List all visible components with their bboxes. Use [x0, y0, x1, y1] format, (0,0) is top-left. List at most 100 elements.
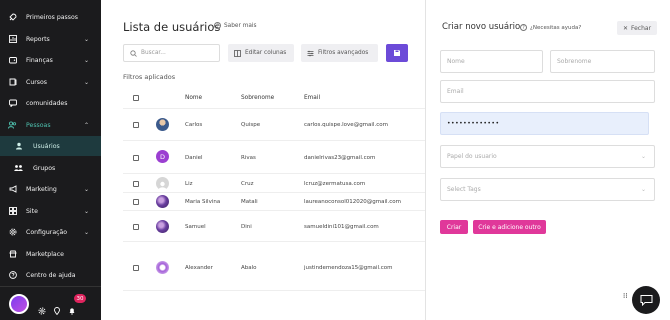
sidebar-item-label: Centro de ajuda — [26, 271, 76, 279]
filters-applied-label: Filtros aplicados — [123, 73, 176, 81]
table-row[interactable]: D Daniel Rivas danielrivas23@gmail.com — [123, 140, 425, 173]
edit-columns-label: Editar colunas — [245, 50, 287, 56]
avatar[interactable] — [9, 294, 29, 314]
chevron-up-icon: ⌃ — [84, 121, 90, 129]
user-surname: Quispe — [241, 122, 261, 128]
row-checkbox[interactable] — [133, 199, 139, 205]
save-button[interactable] — [386, 44, 408, 62]
help-link[interactable]: ? ¿Necesitas ayuda? — [520, 24, 581, 31]
gear-icon — [8, 228, 17, 237]
sidebar-item-pessoas[interactable]: Pessoas ⌃ — [0, 115, 101, 135]
close-button[interactable]: ✕ Fechar — [617, 21, 657, 35]
table-row[interactable]: Liz Cruz lcruz@zermatusa.com — [123, 173, 425, 192]
row-checkbox[interactable] — [133, 265, 139, 271]
sidebar-item-marketplace[interactable]: Marketplace — [0, 244, 101, 264]
bell-icon[interactable] — [68, 300, 76, 319]
create-button[interactable]: Criar — [440, 220, 468, 234]
create-user-panel: Criar novo usuário ? ¿Necesitas ayuda? ✕ F… — [425, 0, 670, 320]
search-input[interactable]: Buscar... — [123, 44, 220, 62]
user-name: Samuel — [185, 224, 206, 230]
saber-mais-link[interactable]: ? Saber mais — [214, 22, 257, 29]
surname-field[interactable]: Sobrenome — [550, 50, 655, 73]
select-all-checkbox[interactable] — [133, 95, 139, 101]
advanced-filters-label: Filtros avançados — [318, 50, 369, 56]
main-content: Lista de usuários ? Saber mais Buscar... … — [101, 0, 425, 320]
user-name: Alexander — [185, 265, 213, 271]
name-placeholder: Nome — [447, 58, 465, 65]
edit-columns-button[interactable]: Editar colunas — [228, 44, 294, 62]
sidebar-item-label: Pessoas — [26, 121, 51, 129]
column-header-name: Nome — [185, 95, 203, 101]
user-surname: Abalo — [241, 265, 257, 271]
avatar — [156, 195, 169, 208]
sidebar-item-comunidades[interactable]: comunidades — [0, 93, 101, 113]
people-icon — [8, 121, 17, 130]
sidebar-item-label: Cursos — [26, 78, 48, 86]
sidebar-item-usuarios[interactable]: Usuários — [0, 136, 101, 156]
grid-menu-icon[interactable]: ⁞⁞ — [623, 293, 631, 304]
filter-icon — [307, 50, 314, 56]
user-email: samueldini101@gmail.com — [304, 224, 379, 230]
user-name: Maria Silvina — [185, 199, 221, 205]
sidebar-item-site[interactable]: Site ⌄ — [0, 201, 101, 221]
name-field[interactable]: Nome — [440, 50, 543, 73]
location-icon[interactable] — [53, 300, 61, 319]
chat-button[interactable] — [632, 286, 660, 314]
user-email: laureanoconsol012020@gmail.com — [304, 199, 402, 205]
sidebar-item-financas[interactable]: Finanças ⌄ — [0, 50, 101, 70]
sidebar-item-reports[interactable]: Reports ⌄ — [0, 29, 101, 49]
sidebar-item-configuracao[interactable]: Configuração ⌄ — [0, 222, 101, 242]
avatar — [156, 220, 169, 233]
column-header-surname: Sobrenome — [241, 95, 275, 101]
avatar — [156, 177, 169, 190]
sidebar-item-label: Configuração — [26, 228, 68, 236]
create-and-add-another-button[interactable]: Crie e adicione outro — [473, 220, 546, 234]
sidebar-item-primeiros-passos[interactable]: Primeiros passos — [0, 7, 101, 27]
avatar: D — [156, 150, 169, 163]
sidebar-item-centro-de-ajuda[interactable]: Centro de ajuda — [0, 265, 101, 285]
sidebar-item-label: Marketing — [26, 185, 57, 193]
close-label: Fechar — [630, 24, 652, 32]
table-row[interactable]: Samuel Dini samueldini101@gmail.com — [123, 210, 425, 241]
table-row[interactable]: Alexander Abalo justindemendoza15@gmail.… — [123, 241, 425, 291]
sidebar-item-cursos[interactable]: Cursos ⌄ — [0, 72, 101, 92]
table-row[interactable]: Maria Silvina Matali laureanoconsol01202… — [123, 192, 425, 210]
settings-icon[interactable] — [38, 300, 46, 319]
role-select[interactable]: Papel do usuario ⌄ — [440, 145, 655, 168]
table-row[interactable]: Carlos Quispe carlos.quispe.love@gmail.c… — [123, 108, 425, 140]
question-icon: ? — [214, 22, 221, 29]
chevron-down-icon: ⌄ — [84, 78, 90, 86]
chevron-down-icon: ⌄ — [84, 35, 90, 43]
row-checkbox[interactable] — [133, 122, 139, 128]
sidebar-item-label: Grupos — [33, 164, 56, 172]
tags-placeholder: Select Tags — [447, 186, 481, 193]
chevron-down-icon: ⌄ — [640, 153, 646, 160]
question-icon: ? — [520, 24, 527, 31]
password-field[interactable]: ••••••••••••• — [440, 112, 649, 135]
panel-title: Criar novo usuário — [442, 22, 521, 32]
chat-icon — [640, 295, 652, 306]
help-label: ¿Necesitas ayuda? — [530, 24, 582, 31]
row-checkbox[interactable] — [133, 224, 139, 230]
sidebar-item-marketing[interactable]: Marketing ⌄ — [0, 179, 101, 199]
search-icon — [130, 49, 137, 57]
email-field[interactable]: Email — [440, 80, 655, 103]
sidebar-item-label: comunidades — [26, 99, 68, 107]
sidebar-item-label: Finanças — [26, 56, 53, 64]
advanced-filters-button[interactable]: Filtros avançados — [301, 44, 378, 62]
sidebar-item-label: Site — [26, 207, 38, 215]
sidebar-item-label: Marketplace — [26, 250, 64, 258]
wallet-icon — [8, 56, 17, 65]
saber-mais-label: Saber mais — [224, 22, 257, 29]
chevron-down-icon: ⌄ — [84, 207, 90, 215]
sidebar-item-grupos[interactable]: Grupos — [0, 158, 101, 178]
tags-select[interactable]: Select Tags ⌄ — [440, 178, 655, 201]
columns-icon — [234, 49, 241, 57]
search-placeholder: Buscar... — [141, 50, 166, 56]
row-checkbox[interactable] — [133, 155, 139, 161]
group-icon — [14, 164, 23, 173]
user-email: carlos.quispe.love@gmail.com — [304, 122, 388, 128]
row-checkbox[interactable] — [133, 181, 139, 187]
surname-placeholder: Sobrenome — [557, 58, 592, 65]
column-header-email: Email — [304, 95, 321, 101]
